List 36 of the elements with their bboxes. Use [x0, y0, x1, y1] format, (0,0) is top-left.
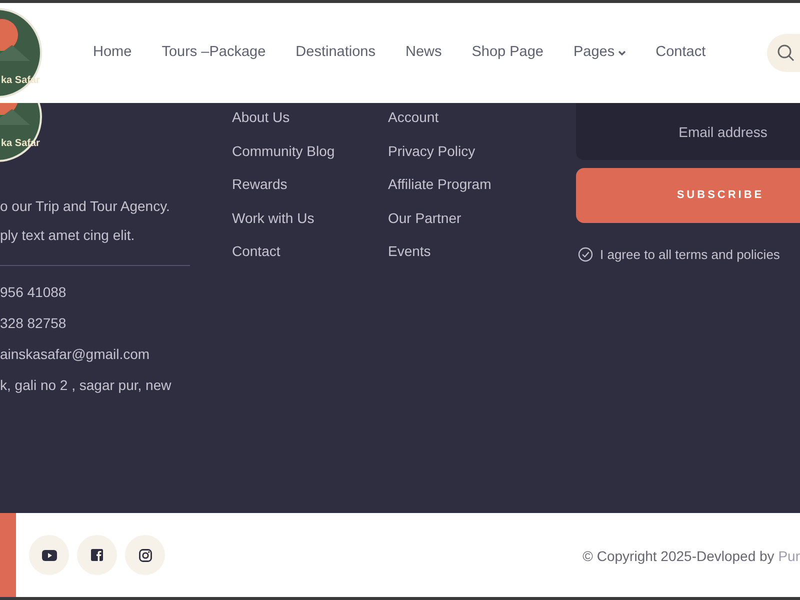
nav-link[interactable]: Destinations: [296, 42, 376, 64]
search-button[interactable]: [767, 34, 800, 72]
nav-link[interactable]: Home: [93, 42, 132, 64]
chevron-down-icon: [618, 50, 626, 56]
contact-detail: ainskasafar@gmail.com: [0, 345, 150, 364]
about-text: ply text amet cing elit.: [0, 226, 135, 245]
facebook-icon: [91, 549, 103, 561]
contact-detail: 328 82758: [0, 314, 66, 333]
about-text: o our Trip and Tour Agency.: [0, 197, 170, 216]
youtube-icon: [42, 550, 56, 560]
social-button[interactable]: [125, 535, 165, 575]
social-button[interactable]: [77, 535, 117, 575]
footer-link[interactable]: Affiliate Program: [388, 174, 492, 194]
footer-link[interactable]: Account: [388, 107, 439, 127]
footer-link[interactable]: Work with Us: [232, 208, 314, 228]
footer-link[interactable]: Privacy Policy: [388, 140, 476, 160]
nav-link[interactable]: Pages: [574, 42, 626, 64]
footer-link[interactable]: Our Partner: [388, 208, 462, 228]
nav-link[interactable]: Contact: [656, 42, 706, 64]
contact-detail: k, gali no 2 , sagar pur, new: [0, 376, 172, 395]
nav-link[interactable]: Shop Page: [472, 42, 544, 64]
search-icon: [777, 44, 795, 62]
instagram-icon: [138, 548, 152, 562]
footer-link[interactable]: Contact: [232, 241, 280, 261]
email-field[interactable]: Email address: [576, 103, 800, 160]
nav-link[interactable]: News: [405, 42, 442, 64]
contact-detail: 956 41088: [0, 283, 66, 302]
footer-link[interactable]: Community Blog: [232, 140, 335, 160]
nav-link[interactable]: Tours –Package: [162, 42, 266, 64]
footer-link[interactable]: About Us: [232, 107, 290, 127]
agree-checkbox[interactable]: [578, 247, 593, 262]
copyright-text: © Copyright 2025-Devloped by Pur: [582, 547, 800, 566]
agree-label: I agree to all terms and policies: [600, 246, 780, 264]
footer-link[interactable]: Events: [388, 241, 431, 261]
social-button[interactable]: [29, 535, 69, 575]
footer-link[interactable]: Rewards: [232, 174, 288, 194]
